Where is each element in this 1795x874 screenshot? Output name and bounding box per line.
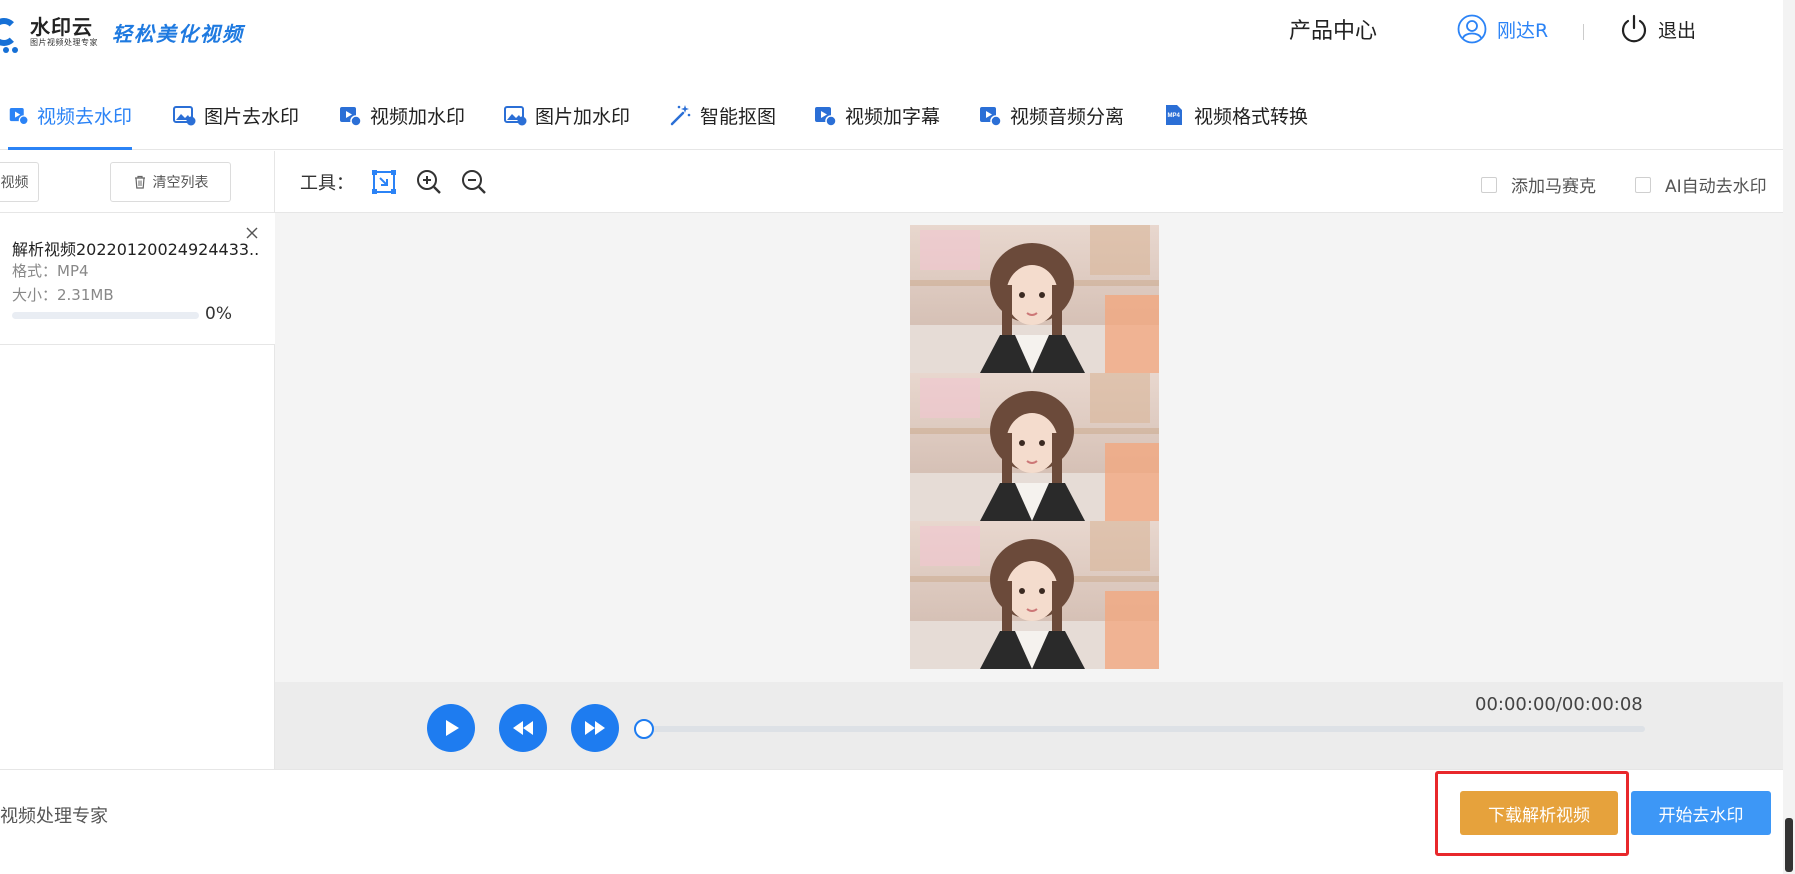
svg-text:MP4: MP4 <box>1168 113 1181 119</box>
editor-toolbar: 工具： 添加马赛克 AI自动去水印 <box>275 151 1795 213</box>
footer-text: 视频处理专家 <box>0 806 108 827</box>
user-menu[interactable]: 刚达R <box>1457 14 1548 44</box>
file-format: 格式：MP4 <box>12 262 89 280</box>
scrollbar-thumb[interactable] <box>1785 818 1793 872</box>
checkbox-box <box>1481 176 1497 193</box>
clear-list-button[interactable]: 清空列表 <box>110 162 231 202</box>
tab-label: 智能抠图 <box>700 105 777 128</box>
download-parsed-video-button[interactable]: 下载解析视频 <box>1460 791 1618 835</box>
download-label: 下载解析视频 <box>1488 805 1590 826</box>
file-size: 大小：2.31MB <box>12 286 114 304</box>
logo[interactable]: 水印云 图片视频处理专家 轻松美化视频 <box>0 10 244 54</box>
fast-forward-icon <box>585 721 605 735</box>
add-video-label: 视频 <box>0 175 29 191</box>
tab-label: 视频加字幕 <box>845 105 941 128</box>
top-header: 水印云 图片视频处理专家 轻松美化视频 产品中心 刚达R 退出 <box>0 0 1795 80</box>
image-icon <box>173 106 196 126</box>
tab-label: 图片加水印 <box>535 105 631 128</box>
tool-tabs: 视频去水印 图片去水印 视频加水印 图片加水印 智能抠图 视频加字幕 视频音频分… <box>0 80 1795 150</box>
tab-label: 视频加水印 <box>370 105 466 128</box>
video-add-icon <box>340 107 362 127</box>
tab-video-audio-separate[interactable]: 视频音频分离 <box>978 80 1124 150</box>
progress-percent: 0% <box>205 304 232 324</box>
ai-auto-remove-label: AI自动去水印 <box>1665 177 1767 197</box>
rewind-icon <box>513 721 533 735</box>
play-button[interactable] <box>427 704 475 752</box>
fast-forward-button[interactable] <box>571 704 619 752</box>
tab-image-remove-watermark[interactable]: 图片去水印 <box>172 80 299 150</box>
seek-track[interactable] <box>645 726 1645 732</box>
power-icon <box>1621 14 1647 43</box>
add-video-button[interactable]: 视频 <box>0 162 39 202</box>
page-scrollbar[interactable] <box>1783 0 1795 874</box>
tab-label: 视频音频分离 <box>1010 105 1125 128</box>
video-frame-image <box>910 225 1159 669</box>
logo-icon <box>0 14 24 53</box>
file-item[interactable]: 解析视频20220120024924433... 格式：MP4 大小：2.31M… <box>0 213 275 345</box>
logo-name: 水印云 <box>30 15 93 39</box>
ai-auto-remove-checkbox[interactable]: AI自动去水印 <box>1635 172 1767 197</box>
seek-handle[interactable] <box>634 719 654 739</box>
zoom-out-icon[interactable] <box>460 168 488 196</box>
file-name: 解析视频20220120024924433... <box>12 240 260 259</box>
select-region-icon[interactable] <box>370 168 398 196</box>
tab-video-add-watermark[interactable]: 视频加水印 <box>338 80 465 150</box>
tab-label: 图片去水印 <box>204 105 300 128</box>
logout-label: 退出 <box>1658 19 1697 42</box>
trash-icon <box>134 175 145 189</box>
mp4-icon: MP4 <box>1166 105 1182 125</box>
tab-video-format-convert[interactable]: MP4 视频格式转换 <box>1162 80 1308 150</box>
user-avatar-icon <box>1457 14 1487 44</box>
user-name: 刚达R <box>1497 19 1549 42</box>
progress-bar <box>12 312 199 319</box>
checkbox-box <box>1635 176 1651 193</box>
play-icon <box>446 720 459 736</box>
tab-smart-cutout[interactable]: 智能抠图 <box>668 80 776 150</box>
product-center-link[interactable]: 产品中心 <box>1289 16 1377 48</box>
magic-wand-icon <box>670 105 691 126</box>
close-icon[interactable] <box>246 227 258 239</box>
file-list-toolbar: 视频 清空列表 <box>0 151 274 213</box>
tab-image-add-watermark[interactable]: 图片加水印 <box>503 80 630 150</box>
playback-time: 00:00:00/00:00:08 <box>1475 694 1643 715</box>
tab-video-subtitle[interactable]: 视频加字幕 <box>813 80 940 150</box>
tab-video-remove-watermark[interactable]: 视频去水印 <box>8 80 132 150</box>
zoom-in-icon[interactable] <box>415 168 443 196</box>
logo-slogan: 轻松美化视频 <box>112 21 244 46</box>
start-remove-watermark-button[interactable]: 开始去水印 <box>1631 791 1771 835</box>
tools-label: 工具： <box>300 173 354 194</box>
clear-list-label: 清空列表 <box>152 175 209 191</box>
image-add-icon <box>504 106 527 126</box>
mosaic-checkbox[interactable]: 添加马赛克 <box>1481 172 1596 197</box>
editor-workspace: 工具： 添加马赛克 AI自动去水印 00:00:00/00:00:08 <box>275 151 1795 769</box>
video-player-controls: 00:00:00/00:00:08 <box>275 682 1795 769</box>
rewind-button[interactable] <box>499 704 547 752</box>
logout-button[interactable]: 退出 <box>1620 14 1696 44</box>
video-icon <box>9 108 29 126</box>
header-divider <box>1583 24 1584 40</box>
start-label: 开始去水印 <box>1658 805 1744 826</box>
video-subtitle-icon <box>815 107 837 127</box>
tab-label: 视频格式转换 <box>1194 105 1309 128</box>
tab-label: 视频去水印 <box>36 105 132 128</box>
video-audio-icon <box>980 107 1002 127</box>
mosaic-label: 添加马赛克 <box>1511 177 1596 197</box>
video-preview[interactable] <box>910 225 1159 669</box>
logo-subtitle: 图片视频处理专家 <box>30 38 98 47</box>
footer-bar: 视频处理专家 下载解析视频 开始去水印 <box>0 769 1795 874</box>
